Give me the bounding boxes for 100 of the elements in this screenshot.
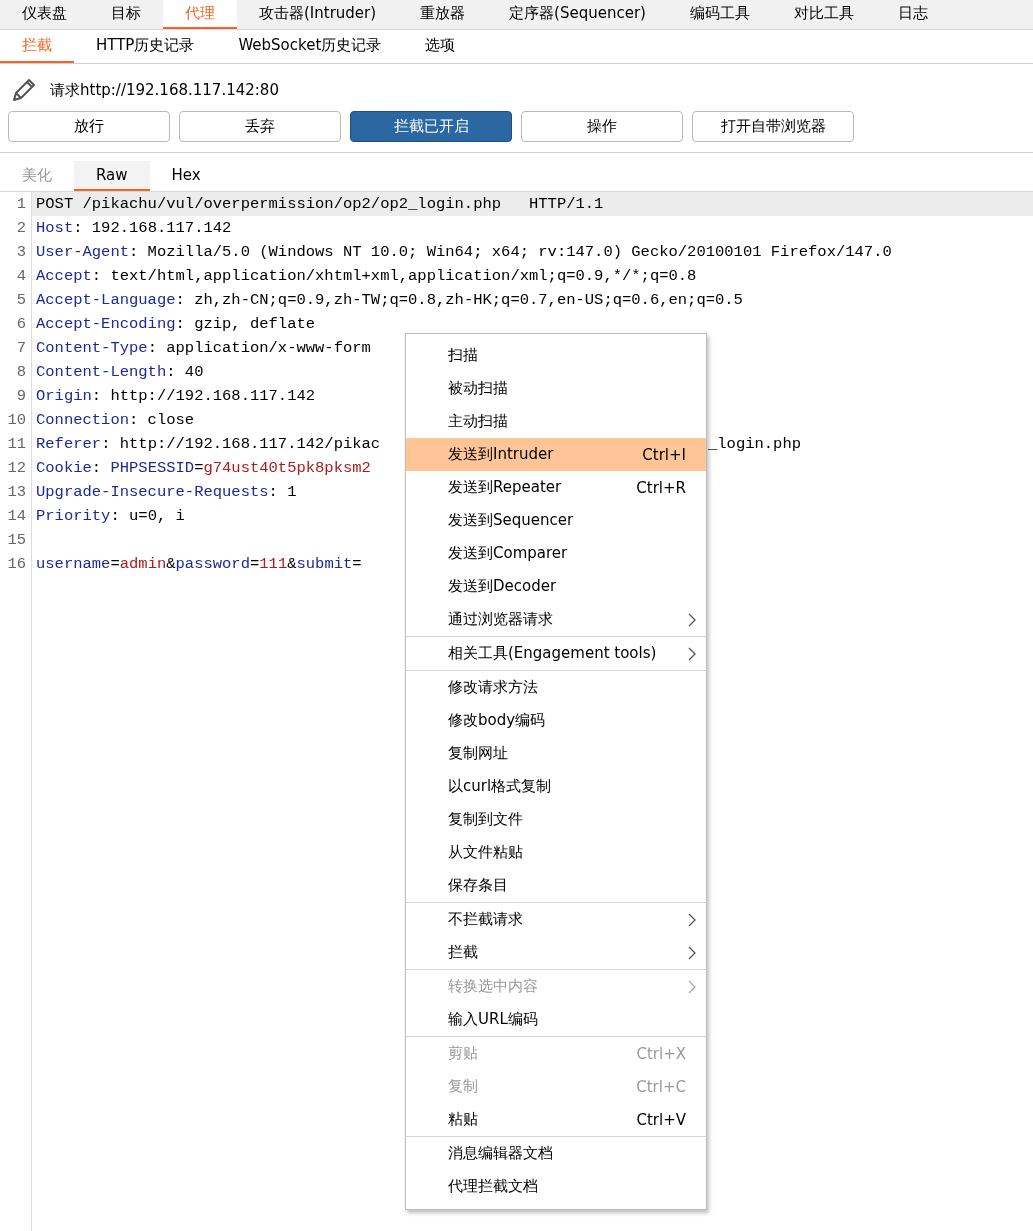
menu-item[interactable]: 通过浏览器请求: [406, 603, 706, 636]
menu-item[interactable]: 修改请求方法: [406, 671, 706, 704]
tab[interactable]: 攻击器(Intruder): [237, 0, 399, 29]
line-number: 2: [15, 218, 27, 239]
menu-item[interactable]: 扫描: [406, 339, 706, 372]
tab[interactable]: 目标: [89, 0, 163, 29]
menu-item[interactable]: 发送到Sequencer: [406, 504, 706, 537]
shortcut-text: Ctrl+C: [636, 1077, 686, 1096]
tab[interactable]: HTTP历史记录: [74, 30, 217, 63]
field-value: admin: [119, 554, 167, 575]
line-number: 16: [6, 554, 27, 575]
menu-label: 复制网址: [448, 744, 509, 763]
menu-item[interactable]: 主动扫描: [406, 405, 706, 438]
line-number: 13: [6, 482, 27, 503]
menu-item[interactable]: 代理拦截文档: [406, 1170, 706, 1203]
shortcut-text: Ctrl+V: [636, 1110, 686, 1129]
code-text: =: [110, 554, 120, 575]
tab[interactable]: 重放器: [398, 0, 488, 29]
tab[interactable]: 仪表盘: [0, 0, 89, 29]
code-text: : 192.168.117.142: [73, 218, 232, 239]
line-number: 3: [15, 242, 27, 263]
menu-item[interactable]: 以curl格式复制: [406, 770, 706, 803]
menu-label: 以curl格式复制: [448, 777, 553, 796]
menu-label: 被动扫描: [448, 379, 509, 398]
code-text: : text/html,application/xhtml+xml,application/xml;q=0.9,*/*;q=0.8: [91, 266, 697, 287]
code-text: : http://192.168.117.142/pikac: [101, 434, 381, 455]
menu-label: 输入URL编码: [448, 1010, 539, 1029]
menu-label: 从文件粘贴: [448, 843, 524, 862]
tab[interactable]: Hex: [149, 161, 223, 191]
menu-item[interactable]: 消息编辑器文档: [406, 1137, 706, 1170]
code-text: =: [352, 554, 362, 575]
code-text: &: [166, 554, 176, 575]
menu-label: 复制: [448, 1077, 479, 1096]
field-name: Accept-Encoding: [36, 314, 176, 335]
code-text: : http://192.168.117.142: [91, 386, 316, 407]
menu-label: 发送到Decoder: [448, 577, 558, 596]
code-text: _login.php: [708, 434, 801, 455]
tab[interactable]: Raw: [74, 161, 150, 191]
menu-item[interactable]: 复制网址: [406, 737, 706, 770]
field-name: Accept: [36, 266, 92, 287]
code-text: &: [287, 554, 297, 575]
menu-label: 转换选中内容: [448, 977, 539, 996]
tab[interactable]: WebSocket历史记录: [216, 30, 404, 63]
line-number: 10: [6, 410, 27, 431]
field-value: g74ust40t5pk8pksm2: [203, 458, 371, 479]
menu-item[interactable]: 保存条目: [406, 869, 706, 902]
action-button[interactable]: 操作: [521, 111, 683, 142]
menu-item[interactable]: 相关工具(Engagement tools): [406, 637, 706, 670]
menu-label: 剪贴: [448, 1044, 479, 1063]
field-name: Host: [36, 218, 74, 239]
field-name: Cookie: [36, 458, 92, 479]
menu-label: 消息编辑器文档: [448, 1144, 554, 1163]
tab[interactable]: 对比工具: [772, 0, 876, 29]
tab[interactable]: 编码工具: [668, 0, 772, 29]
line-number: 12: [6, 458, 27, 479]
action-button[interactable]: 丢弃: [179, 111, 341, 142]
pencil-icon[interactable]: [10, 76, 38, 104]
menu-item[interactable]: 发送到Repeater Ctrl+R: [406, 471, 706, 504]
field-name: submit: [296, 554, 353, 575]
line-number: 8: [15, 362, 27, 383]
action-button[interactable]: 打开自带浏览器: [692, 111, 854, 142]
menu-item[interactable]: 拦截: [406, 936, 706, 969]
menu-item[interactable]: 从文件粘贴: [406, 836, 706, 869]
field-name: Priority: [36, 506, 111, 527]
field-name: Accept-Language: [36, 290, 176, 311]
field-name: Origin: [36, 386, 92, 407]
line-number: 15: [6, 530, 27, 551]
menu-item[interactable]: 粘贴 Ctrl+V: [406, 1103, 706, 1136]
menu-item[interactable]: 发送到Decoder: [406, 570, 706, 603]
code-text: : gzip, deflate: [175, 314, 316, 335]
menu-item[interactable]: 不拦截请求: [406, 903, 706, 936]
menu-item[interactable]: 修改body编码: [406, 704, 706, 737]
menu-label: 通过浏览器请求: [448, 610, 554, 629]
line-number: 11: [6, 434, 27, 455]
shortcut-text: Ctrl+R: [636, 478, 686, 497]
menu-item[interactable]: 被动扫描: [406, 372, 706, 405]
menu-item[interactable]: 输入URL编码: [406, 1003, 706, 1036]
line-number: 9: [15, 386, 27, 407]
menu-label: 相关工具(Engagement tools): [448, 644, 658, 663]
action-button[interactable]: 放行: [8, 111, 170, 142]
tab[interactable]: 日志: [876, 0, 950, 29]
field-value: 111: [259, 554, 288, 575]
menu-item[interactable]: 发送到Comparer: [406, 537, 706, 570]
field-name: User-Agent: [36, 242, 129, 263]
tab[interactable]: 选项: [403, 30, 478, 63]
toggle-button[interactable]: 拦截已开启: [350, 111, 512, 142]
menu-item[interactable]: 复制到文件: [406, 803, 706, 836]
request-url: 请求http://192.168.117.142:80: [50, 80, 279, 100]
field-name: Referer: [36, 434, 102, 455]
menu-label: 发送到Sequencer: [448, 511, 575, 530]
line-number: 6: [15, 314, 27, 335]
menu-label: 复制到文件: [448, 810, 524, 829]
line-number: 5: [15, 290, 27, 311]
shortcut-text: Ctrl+I: [642, 445, 686, 464]
menu-label: 扫描: [448, 346, 479, 365]
menu-item[interactable]: 发送到Intruder Ctrl+I: [406, 438, 706, 471]
field-name: password: [175, 554, 250, 575]
tab[interactable]: 定序器(Sequencer): [487, 0, 668, 29]
menu-label: 发送到Comparer: [448, 544, 569, 563]
code-text: :: [91, 458, 103, 479]
